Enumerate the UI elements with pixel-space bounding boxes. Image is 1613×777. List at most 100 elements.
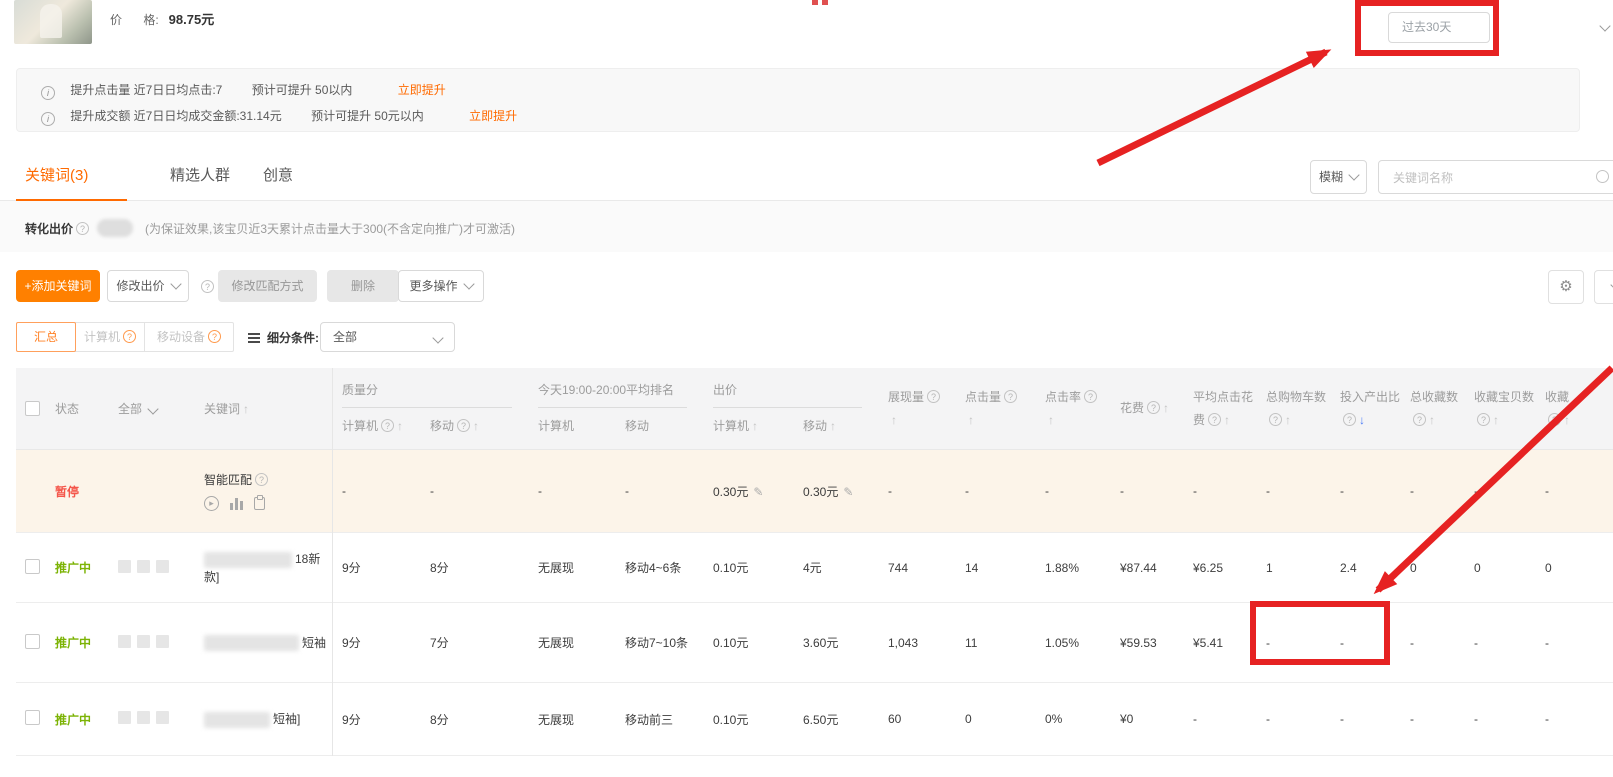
view-tab-summary[interactable]: 汇总 bbox=[16, 322, 76, 352]
edit-bid-icon[interactable] bbox=[843, 485, 853, 499]
subcol-quality-mobile[interactable]: 移动 bbox=[420, 417, 479, 434]
chevron-down-icon bbox=[432, 332, 443, 343]
column-header-impressions[interactable]: 展现量 bbox=[878, 368, 955, 449]
cell-item-favorites: - bbox=[1464, 712, 1535, 726]
notice-row: 提升成交额 近7日日均成交金额:31.14元 预计可提升 50元以内 立即提升 bbox=[41, 103, 1579, 129]
chevron-down-icon bbox=[147, 403, 158, 414]
keyword-name: 短袖] bbox=[273, 712, 300, 726]
column-header-carts[interactable]: 总购物车数 bbox=[1256, 368, 1330, 449]
conversion-bid-label: 转化出价 bbox=[25, 220, 73, 237]
help-icon bbox=[1147, 401, 1160, 414]
view-tab-mobile[interactable]: 移动设备 bbox=[144, 322, 234, 352]
modify-match-button[interactable]: 修改匹配方式 bbox=[218, 270, 317, 302]
blurred-keyword bbox=[204, 635, 299, 651]
column-header-clipped[interactable]: 收藏 bbox=[1535, 368, 1613, 449]
blurred-device-icon bbox=[156, 635, 169, 648]
column-header-item-favorites[interactable]: 收藏宝贝数 bbox=[1464, 368, 1535, 449]
cell-cost: - bbox=[1110, 484, 1183, 498]
keyword-search-box bbox=[1378, 160, 1613, 194]
edit-bid-icon[interactable] bbox=[753, 485, 763, 499]
chevron-down-icon[interactable] bbox=[1599, 20, 1610, 31]
subcol-bid-pc[interactable]: 计算机 bbox=[703, 417, 793, 434]
cell-roi: - bbox=[1330, 712, 1400, 726]
help-icon bbox=[1477, 413, 1490, 426]
row-checkbox[interactable] bbox=[25, 710, 40, 725]
collapse-button[interactable] bbox=[1594, 270, 1613, 304]
cell-rank-pc: 无展现 bbox=[528, 634, 615, 651]
tab-creative[interactable]: 创意 bbox=[263, 164, 293, 185]
cell-ctr: - bbox=[1035, 484, 1110, 498]
suggestion-notice: 提升点击量 近7日日均点击:7 预计可提升 50以内 立即提升 提升成交额 近7… bbox=[16, 68, 1580, 132]
sort-up-icon bbox=[1564, 413, 1570, 427]
cell-item-favorites: - bbox=[1464, 636, 1535, 650]
search-icon[interactable] bbox=[1596, 170, 1609, 183]
cell-impressions: - bbox=[878, 484, 955, 498]
notice-estimate: 预计可提升 50元以内 bbox=[311, 109, 424, 123]
help-icon[interactable] bbox=[255, 473, 268, 486]
column-settings-button[interactable]: ⚙ bbox=[1548, 270, 1584, 304]
cell-quality-pc: 9分 bbox=[332, 634, 420, 651]
column-header-ctr[interactable]: 点击率 bbox=[1035, 368, 1110, 449]
add-keyword-button[interactable]: +添加关键词 bbox=[16, 270, 100, 302]
boost-now-link[interactable]: 立即提升 bbox=[398, 83, 446, 97]
blurred-device-icon bbox=[118, 711, 131, 724]
sort-up-icon bbox=[397, 419, 403, 433]
cell-rank-mobile: 移动前三 bbox=[615, 711, 703, 728]
play-icon[interactable] bbox=[204, 496, 219, 511]
report-icon[interactable] bbox=[254, 497, 265, 510]
cell-rank-mobile: - bbox=[615, 484, 703, 498]
cell-bid-mobile: 4元 bbox=[793, 559, 878, 576]
table-row: 推广中 18新款] 9分 8分 无展现 移动4~6条 0.10元 4元 744 … bbox=[16, 533, 1613, 603]
keyword-promotion-page: 价 格:98.75元 过去30天 提升点击量 近7日日均点击:7 预计可提升 5… bbox=[0, 0, 1613, 777]
row-checkbox[interactable] bbox=[25, 634, 40, 649]
info-icon bbox=[41, 112, 55, 126]
blurred-device-icon bbox=[118, 560, 131, 573]
cell-ctr: 1.05% bbox=[1035, 636, 1110, 650]
row-checkbox[interactable] bbox=[25, 559, 40, 574]
view-tab-pc[interactable]: 计算机 bbox=[75, 322, 145, 352]
delete-button[interactable]: 删除 bbox=[327, 270, 399, 302]
cell-clipped: - bbox=[1535, 484, 1613, 498]
tab-audience[interactable]: 精选人群 bbox=[170, 164, 230, 185]
table-row-smart-match: 暂停 智能匹配 - - - - 0.30元 0.30元 - - - - - - … bbox=[16, 450, 1613, 533]
match-mode-dropdown[interactable]: 模糊 bbox=[1310, 160, 1367, 194]
conversion-bid-toggle[interactable] bbox=[97, 219, 133, 237]
status-filter-dropdown[interactable]: 全部 bbox=[110, 368, 196, 449]
table-header: 状态 全部 关键词 质量分 计算机 移动 今天19:00-20:00平均排名 计… bbox=[16, 368, 1613, 450]
cell-rank-mobile: 移动4~6条 bbox=[615, 559, 703, 576]
help-icon[interactable] bbox=[201, 280, 214, 293]
segment-condition-select[interactable]: 全部 bbox=[320, 322, 455, 352]
subcol-bid-mobile[interactable]: 移动 bbox=[793, 417, 836, 434]
column-header-avg-cpc[interactable]: 平均点击花费 bbox=[1183, 368, 1256, 449]
column-header-clicks[interactable]: 点击量 bbox=[955, 368, 1035, 449]
column-header-keyword[interactable]: 关键词 bbox=[196, 368, 332, 449]
product-image bbox=[14, 0, 92, 44]
column-header-roi[interactable]: 投入产出比 bbox=[1330, 368, 1400, 449]
boost-now-link[interactable]: 立即提升 bbox=[469, 109, 517, 123]
info-icon bbox=[41, 86, 55, 100]
subcol-quality-pc[interactable]: 计算机 bbox=[332, 417, 420, 434]
column-header-cost[interactable]: 花费 bbox=[1110, 368, 1183, 449]
price-label: 价 格: bbox=[110, 13, 159, 27]
help-icon[interactable] bbox=[76, 222, 89, 235]
select-all-checkbox[interactable] bbox=[25, 401, 40, 416]
cell-avg-cpc: - bbox=[1183, 712, 1256, 726]
conversion-bid-note: (为保证效果,该宝贝近3天累计点击量大于300(不含定向推广)才可激活) bbox=[145, 220, 515, 237]
column-group-quality: 质量分 计算机 移动 bbox=[332, 368, 528, 449]
column-header-favorites[interactable]: 总收藏数 bbox=[1400, 368, 1464, 449]
keyword-search-input[interactable] bbox=[1391, 162, 1585, 194]
cell-bid-mobile: 6.50元 bbox=[793, 711, 878, 728]
blurred-device-icon bbox=[137, 635, 150, 648]
tab-keywords[interactable]: 关键词(3) bbox=[25, 164, 88, 185]
cell-bid-pc: 0.10元 bbox=[703, 711, 793, 728]
status-badge: 推广中 bbox=[55, 636, 91, 650]
sort-up-icon bbox=[1048, 413, 1054, 427]
date-range-select[interactable]: 过去30天 bbox=[1388, 12, 1490, 43]
chart-icon[interactable] bbox=[230, 498, 243, 510]
modify-bid-button[interactable]: 修改出价 bbox=[107, 270, 189, 302]
cell-avg-cpc: ¥5.41 bbox=[1183, 636, 1256, 650]
help-icon bbox=[1084, 390, 1097, 403]
gear-icon: ⚙ bbox=[1559, 278, 1572, 295]
cell-clicks: 11 bbox=[955, 636, 1035, 650]
more-actions-button[interactable]: 更多操作 bbox=[398, 270, 484, 302]
